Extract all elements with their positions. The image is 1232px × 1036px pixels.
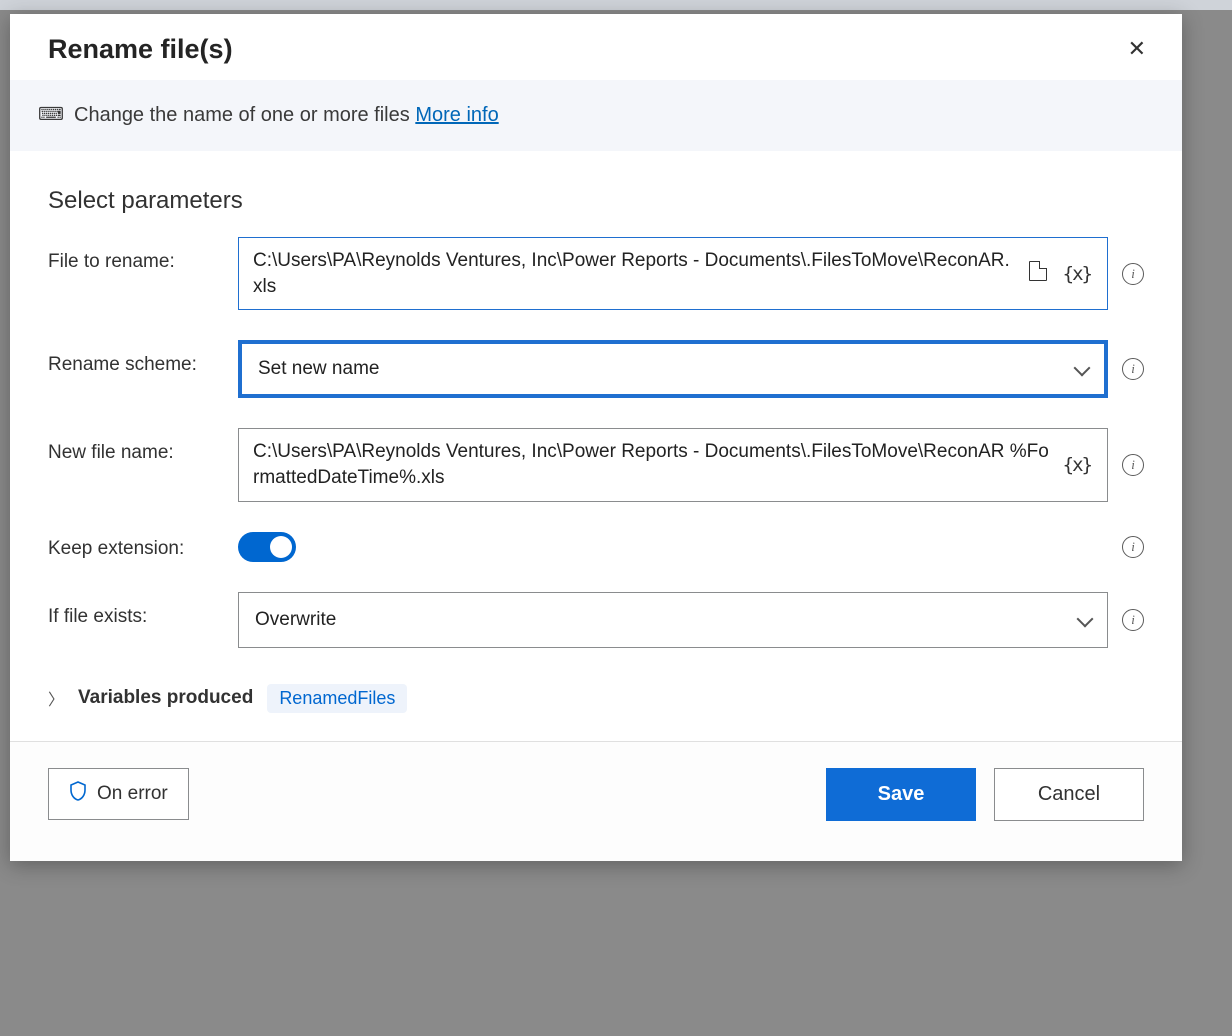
rename-scheme-value: Set new name: [258, 358, 379, 380]
variable-insert-button[interactable]: {x}: [1061, 452, 1093, 478]
variable-chip-renamedfiles[interactable]: RenamedFiles: [267, 684, 407, 713]
field-wrap-keep-extension: i: [238, 532, 1144, 562]
more-info-link[interactable]: More info: [415, 104, 498, 126]
info-icon[interactable]: i: [1122, 536, 1144, 558]
row-rename-scheme: Rename scheme: Set new name i: [48, 340, 1144, 398]
if-file-exists-value: Overwrite: [255, 609, 336, 631]
label-if-file-exists: If file exists:: [48, 592, 238, 628]
dialog-info-bar: Change the name of one or more files Mor…: [10, 80, 1182, 151]
file-picker-button[interactable]: [1027, 259, 1049, 288]
new-file-name-input[interactable]: C:\Users\PA\Reynolds Ventures, Inc\Power…: [238, 428, 1108, 501]
new-file-name-value: C:\Users\PA\Reynolds Ventures, Inc\Power…: [253, 439, 1051, 490]
field-wrap-new-file-name: C:\Users\PA\Reynolds Ventures, Inc\Power…: [238, 428, 1144, 501]
field-wrap-file-to-rename: C:\Users\PA\Reynolds Ventures, Inc\Power…: [238, 237, 1144, 310]
rename-icon: [38, 108, 60, 124]
parameters-form: File to rename: C:\Users\PA\Reynolds Ven…: [10, 223, 1182, 678]
label-rename-scheme: Rename scheme:: [48, 340, 238, 376]
file-icon: [1029, 261, 1047, 281]
on-error-button[interactable]: On error: [48, 768, 189, 820]
close-button[interactable]: ✕: [1124, 32, 1150, 66]
field-icons: {x}: [1027, 259, 1093, 288]
rename-files-dialog: Rename file(s) ✕ Change the name of one …: [10, 14, 1182, 861]
field-wrap-rename-scheme: Set new name i: [238, 340, 1144, 398]
label-file-to-rename: File to rename:: [48, 237, 238, 273]
save-button[interactable]: Save: [826, 768, 976, 821]
keep-extension-toggle[interactable]: [238, 532, 296, 562]
info-icon[interactable]: i: [1122, 358, 1144, 380]
section-title: Select parameters: [10, 151, 1182, 223]
toggle-knob: [270, 536, 292, 558]
rename-scheme-select[interactable]: Set new name: [238, 340, 1108, 398]
dialog-title: Rename file(s): [48, 34, 233, 65]
cancel-button[interactable]: Cancel: [994, 768, 1144, 821]
dialog-description: Change the name of one or more files Mor…: [74, 104, 499, 127]
field-icons: {x}: [1061, 452, 1093, 478]
row-new-file-name: New file name: C:\Users\PA\Reynolds Vent…: [48, 428, 1144, 501]
footer-actions: Save Cancel: [826, 768, 1144, 821]
chevron-down-icon: [1077, 613, 1091, 627]
field-wrap-if-file-exists: Overwrite i: [238, 592, 1144, 648]
file-to-rename-value: C:\Users\PA\Reynolds Ventures, Inc\Power…: [253, 248, 1017, 299]
close-icon: ✕: [1128, 36, 1146, 61]
dialog-header: Rename file(s) ✕: [10, 14, 1182, 80]
variable-insert-button[interactable]: {x}: [1061, 261, 1093, 287]
label-keep-extension: Keep extension:: [48, 532, 238, 560]
if-file-exists-select[interactable]: Overwrite: [238, 592, 1108, 648]
description-text: Change the name of one or more files: [74, 104, 410, 126]
info-icon[interactable]: i: [1122, 454, 1144, 476]
info-icon[interactable]: i: [1122, 609, 1144, 631]
file-to-rename-input[interactable]: C:\Users\PA\Reynolds Ventures, Inc\Power…: [238, 237, 1108, 310]
row-file-to-rename: File to rename: C:\Users\PA\Reynolds Ven…: [48, 237, 1144, 310]
dialog-footer: On error Save Cancel: [10, 741, 1182, 861]
row-keep-extension: Keep extension: i: [48, 532, 1144, 562]
variables-produced-row: 〉 Variables produced RenamedFiles: [10, 678, 1182, 741]
info-icon[interactable]: i: [1122, 263, 1144, 285]
variables-produced-label: Variables produced: [78, 687, 253, 709]
expand-variables-button[interactable]: 〉: [48, 686, 64, 710]
background-blur: [0, 0, 1232, 10]
label-new-file-name: New file name:: [48, 428, 238, 464]
row-if-file-exists: If file exists: Overwrite i: [48, 592, 1144, 648]
chevron-down-icon: [1074, 362, 1088, 376]
on-error-label: On error: [97, 783, 168, 805]
shield-icon: [69, 781, 87, 807]
